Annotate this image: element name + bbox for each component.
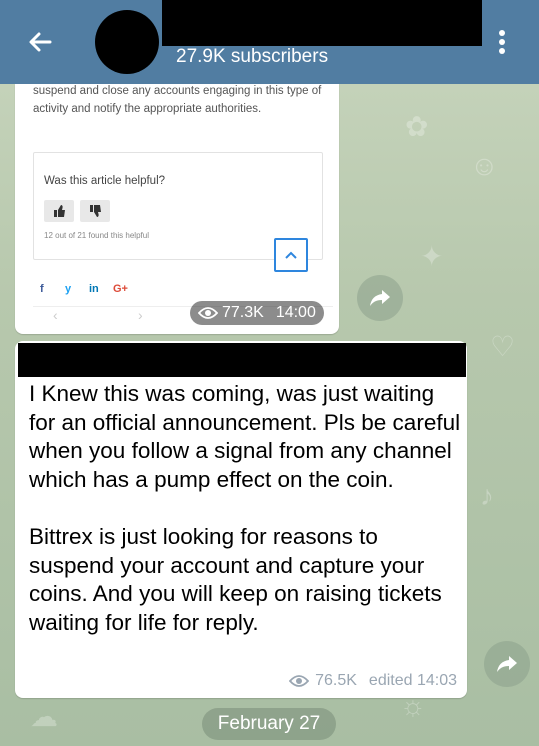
- facebook-icon: f: [40, 283, 44, 295]
- message-edited-time: edited 14:03: [368, 672, 457, 689]
- twitter-icon: y: [65, 283, 72, 295]
- share-button[interactable]: [357, 275, 403, 321]
- message-photo-bubble[interactable]: suspend and close any accounts engaging …: [15, 84, 339, 334]
- channel-avatar[interactable]: [95, 10, 159, 74]
- date-separator: February 27: [202, 708, 336, 740]
- note-doodle-icon: ♪: [480, 480, 494, 511]
- views-eye-icon: [198, 307, 218, 319]
- channel-header: 27.9K subscribers: [0, 0, 539, 84]
- screenshot-text: suspend and close any accounts engaging …: [33, 85, 322, 115]
- redacted-sender-name: [18, 343, 466, 377]
- back-button[interactable]: [22, 24, 58, 60]
- share-arrow-icon: [370, 290, 390, 306]
- scroll-to-top-button: [274, 238, 308, 272]
- share-arrow-icon: [497, 656, 517, 672]
- linkedin-icon: in: [89, 283, 99, 295]
- message-text-bubble[interactable]: I Knew this was coming, was just waiting…: [15, 341, 467, 698]
- helpful-question: Was this article helpful?: [44, 175, 166, 187]
- helpful-count: 12 out of 21 found this helpful: [44, 231, 149, 240]
- thumbs-down-button: [80, 200, 110, 222]
- chevron-up-icon: [285, 251, 297, 259]
- photo-time: 14:00: [275, 304, 316, 321]
- message-meta: 76.5K edited 14:03: [289, 672, 457, 690]
- share-button[interactable]: [484, 641, 530, 687]
- cloud-doodle-icon: ☁: [30, 701, 58, 732]
- message-text: I Knew this was coming, was just waiting…: [29, 381, 461, 635]
- google-plus-icon: G+: [113, 283, 128, 295]
- menu-dot: [499, 48, 505, 54]
- redacted-channel-title: [162, 0, 482, 46]
- photo-meta: 77.3K 14:00: [190, 301, 324, 325]
- more-options-button[interactable]: [494, 24, 510, 60]
- fish-doodle-icon: ✿: [405, 111, 429, 142]
- photo-views: 77.3K: [222, 304, 264, 321]
- star-doodle-icon: ✦: [420, 241, 444, 272]
- message-views: 76.5K: [315, 672, 357, 689]
- views-eye-icon: [289, 675, 310, 687]
- cat-doodle-icon: ☺: [470, 150, 499, 181]
- thumbs-down-icon: [90, 205, 101, 217]
- menu-dot: [499, 39, 505, 45]
- chevron-right-icon: ›: [138, 307, 143, 323]
- menu-dot: [499, 30, 505, 36]
- back-arrow-icon: [29, 32, 52, 52]
- subscriber-count: 27.9K subscribers: [176, 46, 329, 67]
- thumbs-up-icon: [54, 205, 65, 217]
- heart-doodle-icon: ♡: [490, 331, 516, 362]
- thumbs-up-button: [44, 200, 74, 222]
- chevron-left-icon: ‹: [53, 307, 58, 323]
